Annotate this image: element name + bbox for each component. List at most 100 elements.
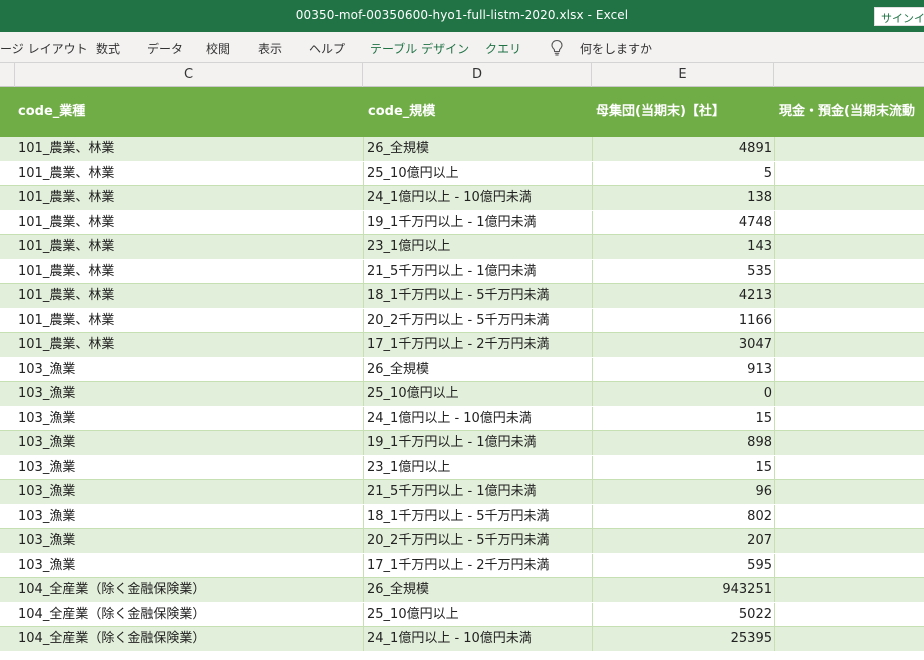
cell-population[interactable]: 3047	[592, 333, 772, 357]
tab-formulas[interactable]: 数式	[96, 40, 120, 57]
gridline	[774, 455, 775, 479]
cell-size[interactable]: 21_5千万円以上 - 1億円未満	[367, 260, 587, 284]
cell-industry[interactable]: 101_農業、林業	[18, 137, 358, 161]
tab-review[interactable]: 校閲	[206, 40, 230, 57]
cell-size[interactable]: 24_1億円以上 - 10億円未満	[367, 407, 587, 431]
cell-population[interactable]: 0	[592, 382, 772, 406]
cell-industry[interactable]: 103_漁業	[18, 529, 358, 553]
cell-size[interactable]: 21_5千万円以上 - 1億円未満	[367, 480, 587, 504]
cell-population[interactable]: 5022	[592, 603, 772, 627]
gridline	[592, 259, 593, 283]
cell-industry[interactable]: 104_全産業（除く金融保険業）	[18, 627, 358, 651]
gridline	[592, 480, 593, 504]
cell-industry[interactable]: 101_農業、林業	[18, 162, 358, 186]
table-row: 101_農業、林業 18_1千万円以上 - 5千万円未満 4213	[0, 284, 924, 309]
cell-industry[interactable]: 103_漁業	[18, 480, 358, 504]
cell-size[interactable]: 25_10億円以上	[367, 603, 587, 627]
cell-population[interactable]: 898	[592, 431, 772, 455]
cell-industry[interactable]: 103_漁業	[18, 358, 358, 382]
cell-industry[interactable]: 104_全産業（除く金融保険業）	[18, 578, 358, 602]
cell-population[interactable]: 802	[592, 505, 772, 529]
cell-population[interactable]: 4748	[592, 211, 772, 235]
column-header-f[interactable]	[774, 63, 924, 87]
tab-query[interactable]: クエリ	[485, 40, 521, 57]
cell-industry[interactable]: 101_農業、林業	[18, 284, 358, 308]
cell-industry[interactable]: 104_全産業（除く金融保険業）	[18, 603, 358, 627]
cell-population[interactable]: 943251	[592, 578, 772, 602]
cell-size[interactable]: 26_全規模	[367, 578, 587, 602]
cell-size[interactable]: 23_1億円以上	[367, 235, 587, 259]
cell-industry[interactable]: 103_漁業	[18, 382, 358, 406]
tab-view[interactable]: 表示	[258, 40, 282, 57]
gridline	[363, 602, 364, 626]
cell-industry[interactable]: 103_漁業	[18, 407, 358, 431]
cell-size[interactable]: 17_1千万円以上 - 2千万円未満	[367, 333, 587, 357]
table-row: 103_漁業 20_2千万円以上 - 5千万円未満 207	[0, 529, 924, 554]
tab-table-design[interactable]: テーブル デザイン	[370, 40, 469, 57]
cell-size[interactable]: 19_1千万円以上 - 1億円未満	[367, 431, 587, 455]
column-header-e[interactable]: E	[592, 63, 774, 87]
cell-industry[interactable]: 101_農業、林業	[18, 309, 358, 333]
gridline	[363, 406, 364, 430]
title-bar: 00350-mof-00350600-hyo1-full-listm-2020.…	[0, 0, 924, 32]
cell-size[interactable]: 24_1億円以上 - 10億円未満	[367, 627, 587, 651]
cell-population[interactable]: 535	[592, 260, 772, 284]
gridline	[592, 161, 593, 185]
header-code-size[interactable]: code_規模	[368, 87, 588, 137]
cell-size[interactable]: 24_1億円以上 - 10億円未満	[367, 186, 587, 210]
cell-size[interactable]: 25_10億円以上	[367, 162, 587, 186]
sign-in-button[interactable]: サインイ	[874, 7, 924, 26]
tab-data[interactable]: データ	[147, 40, 183, 57]
header-population[interactable]: 母集団(当期末)【社】	[596, 87, 772, 137]
tab-help[interactable]: ヘルプ	[309, 40, 345, 57]
header-code-industry[interactable]: code_業種	[18, 87, 358, 137]
header-cash-deposits[interactable]: 現金・預金(当期末流動	[779, 87, 924, 137]
cell-population[interactable]: 1166	[592, 309, 772, 333]
cell-industry[interactable]: 101_農業、林業	[18, 235, 358, 259]
cell-population[interactable]: 5	[592, 162, 772, 186]
cell-size[interactable]: 19_1千万円以上 - 1億円未満	[367, 211, 587, 235]
table-row: 104_全産業（除く金融保険業） 24_1億円以上 - 10億円未満 25395	[0, 627, 924, 652]
cell-industry[interactable]: 101_農業、林業	[18, 186, 358, 210]
lightbulb-icon[interactable]	[550, 39, 564, 57]
column-header-c[interactable]: C	[15, 63, 363, 87]
cell-population[interactable]: 4213	[592, 284, 772, 308]
cell-size[interactable]: 20_2千万円以上 - 5千万円未満	[367, 529, 587, 553]
cell-population[interactable]: 143	[592, 235, 772, 259]
cell-population[interactable]: 595	[592, 554, 772, 578]
cell-population[interactable]: 25395	[592, 627, 772, 651]
cell-size[interactable]: 18_1千万円以上 - 5千万円未満	[367, 284, 587, 308]
cell-size[interactable]: 23_1億円以上	[367, 456, 587, 480]
gridline	[774, 431, 775, 455]
column-header-b[interactable]	[0, 63, 15, 87]
gridline	[774, 235, 775, 259]
cell-size[interactable]: 18_1千万円以上 - 5千万円未満	[367, 505, 587, 529]
cell-industry[interactable]: 101_農業、林業	[18, 260, 358, 284]
cell-industry[interactable]: 103_漁業	[18, 431, 358, 455]
cell-population[interactable]: 207	[592, 529, 772, 553]
cell-size[interactable]: 25_10億円以上	[367, 382, 587, 406]
column-header-d[interactable]: D	[363, 63, 592, 87]
cell-size[interactable]: 17_1千万円以上 - 2千万円未満	[367, 554, 587, 578]
gridline	[774, 333, 775, 357]
cell-population[interactable]: 96	[592, 480, 772, 504]
tab-page-layout[interactable]: ージ レイアウト	[0, 40, 88, 57]
cell-industry[interactable]: 103_漁業	[18, 456, 358, 480]
gridline	[774, 480, 775, 504]
gridline	[774, 504, 775, 528]
cell-industry[interactable]: 103_漁業	[18, 505, 358, 529]
cell-industry[interactable]: 101_農業、林業	[18, 333, 358, 357]
table-row: 101_農業、林業 20_2千万円以上 - 5千万円未満 1166	[0, 308, 924, 333]
cell-population[interactable]: 913	[592, 358, 772, 382]
cell-size[interactable]: 26_全規模	[367, 358, 587, 382]
cell-industry[interactable]: 103_漁業	[18, 554, 358, 578]
cell-population[interactable]: 15	[592, 407, 772, 431]
cell-population[interactable]: 15	[592, 456, 772, 480]
cell-population[interactable]: 4891	[592, 137, 772, 161]
tell-me-search[interactable]: 何をしますか	[580, 40, 652, 57]
cell-population[interactable]: 138	[592, 186, 772, 210]
gridline	[363, 284, 364, 308]
cell-size[interactable]: 20_2千万円以上 - 5千万円未満	[367, 309, 587, 333]
cell-industry[interactable]: 101_農業、林業	[18, 211, 358, 235]
cell-size[interactable]: 26_全規模	[367, 137, 587, 161]
